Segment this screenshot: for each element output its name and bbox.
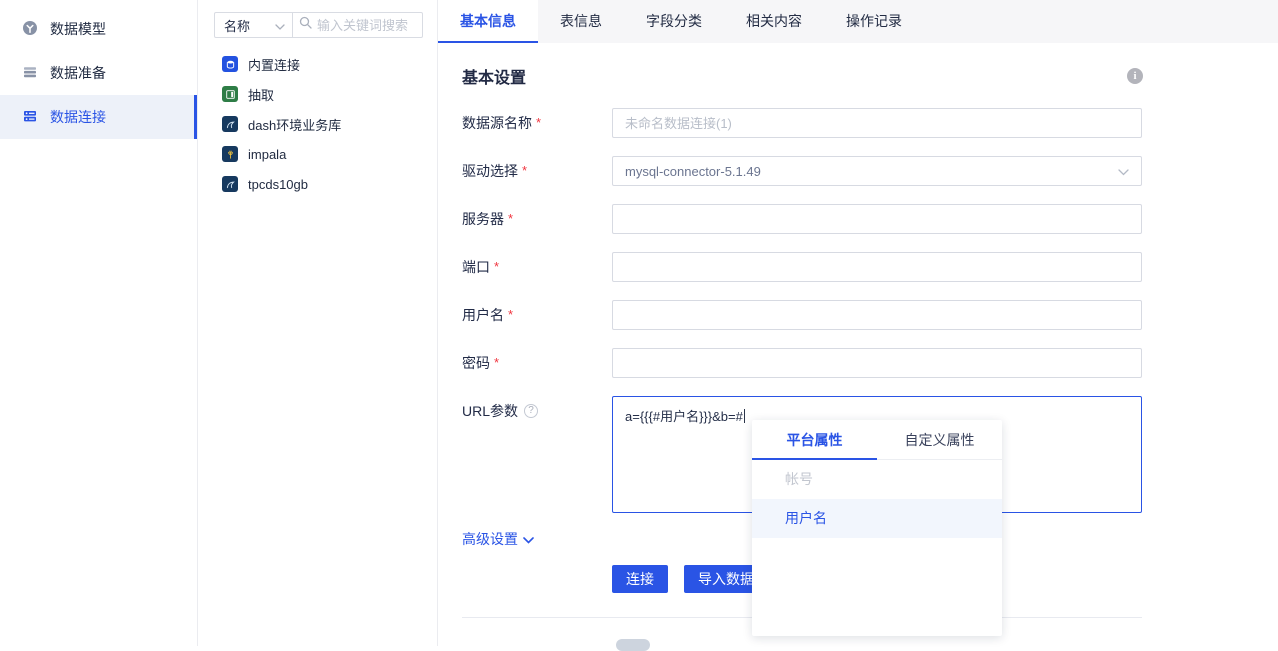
impala-icon xyxy=(222,146,238,162)
field-label: 用户名 * xyxy=(462,300,612,330)
search-icon xyxy=(299,16,312,34)
popup-item-username[interactable]: 用户名 xyxy=(752,499,1002,538)
tab-operation-log[interactable]: 操作记录 xyxy=(824,0,924,43)
required-asterisk: * xyxy=(508,300,513,330)
port-input[interactable] xyxy=(612,252,1142,282)
info-icon[interactable]: i xyxy=(1127,68,1143,84)
field-label: 服务器 * xyxy=(462,204,612,234)
list-item-tpcds10gb[interactable]: tpcds10gb xyxy=(198,169,437,199)
popup-tabbar: 平台属性 自定义属性 xyxy=(752,420,1002,460)
data-model-icon xyxy=(22,20,38,39)
tab-platform-attributes[interactable]: 平台属性 xyxy=(752,420,877,459)
driver-select[interactable]: mysql-connector-5.1.49 xyxy=(612,156,1142,186)
search-box xyxy=(293,12,423,38)
list-item-builtin-connection[interactable]: 内置连接 xyxy=(198,49,437,79)
builtin-connection-icon xyxy=(222,56,238,72)
server-input[interactable] xyxy=(612,204,1142,234)
bottom-pill xyxy=(616,639,650,651)
username-input[interactable] xyxy=(612,300,1142,330)
connection-list-panel: 名称 内置连接 抽取 das xyxy=(198,0,438,646)
search-row: 名称 xyxy=(214,12,423,38)
sidebar-item-data-model[interactable]: 数据模型 xyxy=(0,7,197,51)
filter-field-value: 名称 xyxy=(224,16,250,35)
url-params-value: a={{{#用户名}}}&b=# xyxy=(625,409,743,424)
form-row-password: 密码 * xyxy=(462,348,1142,378)
field-label: 驱动选择 * xyxy=(462,156,612,186)
tab-field-category[interactable]: 字段分类 xyxy=(624,0,724,43)
tab-table-info[interactable]: 表信息 xyxy=(538,0,624,43)
extract-icon xyxy=(222,86,238,102)
sidebar-item-data-prep[interactable]: 数据准备 xyxy=(0,51,197,95)
mysql-icon xyxy=(222,116,238,132)
form-row-datasource-name: 数据源名称 * xyxy=(462,108,1142,138)
list-item-label: tpcds10gb xyxy=(248,177,308,192)
list-item-impala[interactable]: impala xyxy=(198,139,437,169)
field-label: 数据源名称 * xyxy=(462,108,612,138)
sidebar-item-label: 数据连接 xyxy=(50,107,106,127)
sidebar-item-label: 数据准备 xyxy=(50,63,106,83)
form-row-server: 服务器 * xyxy=(462,204,1142,234)
filter-field-select[interactable]: 名称 xyxy=(214,12,293,38)
tab-basic-info[interactable]: 基本信息 xyxy=(438,0,538,43)
field-label: URL参数 ? xyxy=(462,396,612,426)
list-item-dash-db[interactable]: dash环境业务库 xyxy=(198,109,437,139)
chevron-down-icon xyxy=(1118,164,1129,179)
basic-info-content: 基本设置 i 数据源名称 * 驱动选择 * mysql-connector-5.… xyxy=(438,43,1278,646)
list-item-label: 抽取 xyxy=(248,85,274,104)
tab-custom-attributes[interactable]: 自定义属性 xyxy=(877,420,1002,459)
list-item-label: 内置连接 xyxy=(248,55,300,74)
data-connection-icon xyxy=(22,108,38,127)
form-row-username: 用户名 * xyxy=(462,300,1142,330)
required-asterisk: * xyxy=(522,156,527,186)
list-item-label: impala xyxy=(248,147,286,162)
help-icon[interactable]: ? xyxy=(524,404,538,418)
page-title: 基本设置 xyxy=(462,64,526,88)
data-prep-icon xyxy=(22,64,38,83)
required-asterisk: * xyxy=(494,252,499,282)
field-label: 密码 * xyxy=(462,348,612,378)
sidebar-item-label: 数据模型 xyxy=(50,19,106,39)
password-input[interactable] xyxy=(612,348,1142,378)
field-label: 端口 * xyxy=(462,252,612,282)
form-row-port: 端口 * xyxy=(462,252,1142,282)
search-input[interactable] xyxy=(317,18,417,33)
sidebar-item-data-connection[interactable]: 数据连接 xyxy=(0,95,197,139)
required-asterisk: * xyxy=(494,348,499,378)
list-item-label: dash环境业务库 xyxy=(248,115,341,134)
connect-button[interactable]: 连接 xyxy=(612,565,668,593)
list-item-extract[interactable]: 抽取 xyxy=(198,79,437,109)
chevron-down-icon xyxy=(523,531,534,547)
detail-tabbar: 基本信息 表信息 字段分类 相关内容 操作记录 xyxy=(438,0,1278,43)
required-asterisk: * xyxy=(536,108,541,138)
popup-item-account[interactable]: 帐号 xyxy=(752,460,1002,499)
form-row-driver: 驱动选择 * mysql-connector-5.1.49 xyxy=(462,156,1142,186)
mysql-icon xyxy=(222,176,238,192)
text-caret xyxy=(744,409,745,423)
required-asterisk: * xyxy=(508,204,513,234)
connection-list: 内置连接 抽取 dash环境业务库 impala tpcds10gb xyxy=(198,49,437,199)
datasource-name-input[interactable] xyxy=(612,108,1142,138)
tab-related-content[interactable]: 相关内容 xyxy=(724,0,824,43)
main-sidebar: 数据模型 数据准备 数据连接 xyxy=(0,0,198,646)
chevron-down-icon xyxy=(275,18,285,33)
driver-select-value: mysql-connector-5.1.49 xyxy=(625,164,761,179)
main-area: 基本信息 表信息 字段分类 相关内容 操作记录 基本设置 i 数据源名称 * 驱… xyxy=(438,0,1278,646)
attribute-popup: 平台属性 自定义属性 帐号 用户名 xyxy=(752,420,1002,636)
